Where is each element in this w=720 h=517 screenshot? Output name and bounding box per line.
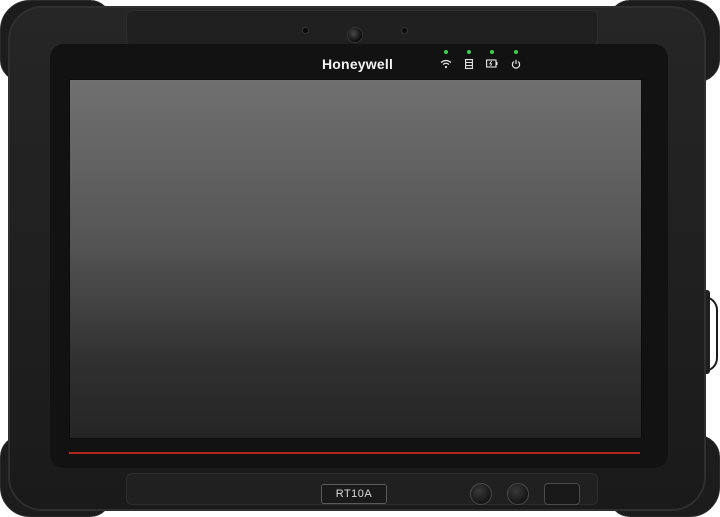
light-sensor xyxy=(302,27,309,34)
programmable-button-left[interactable] xyxy=(470,483,492,505)
battery-indicator xyxy=(484,50,500,68)
storage-indicator xyxy=(461,50,477,69)
wifi-indicator xyxy=(438,50,454,69)
battery-icon xyxy=(486,59,498,68)
brand-logo: Honeywell xyxy=(322,56,394,72)
power-indicator xyxy=(508,50,524,69)
storage-icon xyxy=(465,59,473,69)
side-strap-loop xyxy=(704,296,718,372)
programmable-button-right[interactable] xyxy=(507,483,529,505)
power-led xyxy=(514,50,518,54)
wifi-led xyxy=(444,50,448,54)
power-icon xyxy=(511,59,521,69)
accent-line xyxy=(69,452,640,454)
rectangular-button[interactable] xyxy=(544,483,580,505)
tablet-photo: Honeywell RT10A xyxy=(0,0,720,517)
front-camera-icon xyxy=(347,27,363,43)
wifi-icon xyxy=(440,59,452,69)
battery-led xyxy=(490,50,494,54)
storage-led xyxy=(467,50,471,54)
proximity-sensor xyxy=(401,27,408,34)
model-label: RT10A xyxy=(321,484,387,504)
top-bezel-strip xyxy=(126,10,598,46)
display-screen[interactable] xyxy=(69,79,642,439)
